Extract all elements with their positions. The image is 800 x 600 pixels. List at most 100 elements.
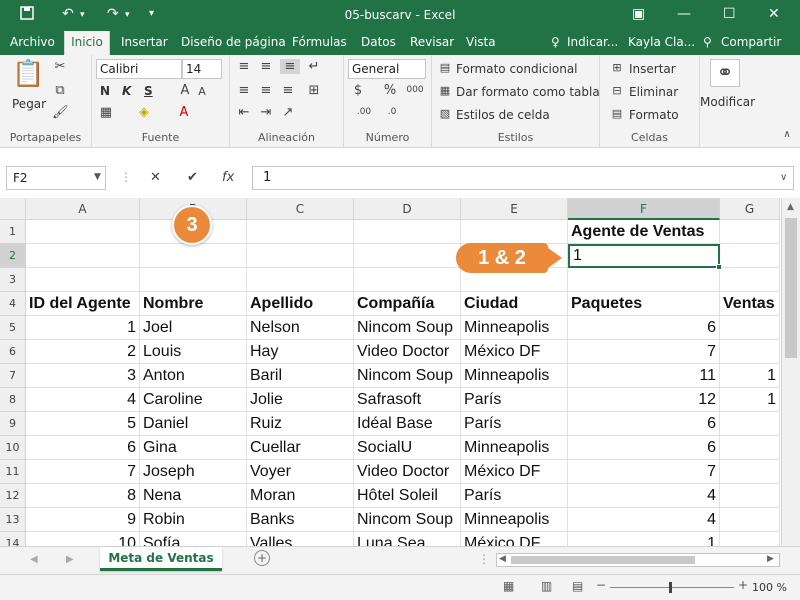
prev-sheet-icon[interactable]: ◀ [30,554,38,565]
grid-cell[interactable] [26,244,140,268]
close-icon[interactable]: ✕ [768,6,780,22]
table-cell[interactable]: 1 [720,364,780,388]
horizontal-scrollbar[interactable]: ◀ ▶ [496,553,780,567]
formula-input[interactable]: 1 [252,166,794,190]
table-cell[interactable]: Joseph [140,460,247,484]
user-name[interactable]: Kayla Cla... [628,31,695,55]
table-cell[interactable]: 6 [568,316,720,340]
tell-me-search[interactable]: Indicar... [567,31,618,55]
table-header-cell[interactable]: Nombre [140,292,247,316]
delete-cells-button[interactable]: Eliminar [629,85,678,99]
zoom-out-icon[interactable]: − [596,578,606,592]
table-cell[interactable]: 6 [568,412,720,436]
binoculars-icon[interactable]: ⚭ [710,59,740,87]
table-cell[interactable]: 3 [26,364,140,388]
table-cell[interactable]: 7 [26,460,140,484]
table-header-cell[interactable]: Compañía [354,292,461,316]
comma-style-icon[interactable]: 000 [406,85,424,95]
row-header[interactable]: 10 [0,436,26,460]
copy-icon[interactable]: ⧉ [52,83,68,98]
expand-formula-bar-icon[interactable]: ∨ [780,172,787,183]
table-cell[interactable]: 8 [26,484,140,508]
fill-handle[interactable] [716,264,722,270]
grid-cell[interactable] [354,268,461,292]
grid-cell[interactable] [140,244,247,268]
grid-cell[interactable] [568,268,720,292]
scroll-thumb[interactable] [511,556,695,564]
grid-cell[interactable] [247,268,354,292]
active-cell-f2[interactable]: 1 [568,244,720,268]
grid-cell[interactable] [247,220,354,244]
table-cell[interactable]: 7 [568,460,720,484]
percent-icon[interactable]: % [382,83,398,98]
grid-cell[interactable] [247,244,354,268]
table-cell[interactable]: Caroline [140,388,247,412]
borders-icon[interactable]: ▦ [98,105,114,120]
table-cell[interactable]: Voyer [247,460,354,484]
grid-cell[interactable] [140,268,247,292]
table-cell[interactable]: Idéal Base [354,412,461,436]
table-cell[interactable]: París [461,484,568,508]
currency-icon[interactable]: $ [350,83,366,98]
zoom-level[interactable]: 100 % [752,581,787,594]
row-header[interactable]: 5 [0,316,26,340]
modify-button[interactable]: Modificar [700,95,755,109]
column-header[interactable]: C [247,198,354,220]
table-cell[interactable]: 1 [568,532,720,546]
row-header[interactable]: 13 [0,508,26,532]
table-header-cell[interactable]: ID del Agente [26,292,140,316]
cell-styles-icon[interactable]: ▧ [438,107,452,120]
table-cell[interactable] [720,412,780,436]
scroll-left-icon[interactable]: ◀ [499,554,506,564]
number-format-select[interactable]: General [348,59,426,79]
table-cell[interactable]: 6 [26,436,140,460]
format-cells-button[interactable]: Formato [629,108,679,122]
row-header[interactable]: 6 [0,340,26,364]
insert-function-icon[interactable]: fx [222,170,234,185]
insert-cells-button[interactable]: Insertar [629,62,676,76]
cell-styles-button[interactable]: Estilos de celda [456,108,550,122]
row-header[interactable]: 2 [0,244,26,268]
table-cell[interactable] [720,484,780,508]
delete-cells-icon[interactable]: ⊟ [610,84,624,97]
row-header[interactable]: 3 [0,268,26,292]
table-cell[interactable]: Robin [140,508,247,532]
add-sheet-icon[interactable]: + [254,550,270,566]
bold-button[interactable]: N [100,84,110,98]
increase-decimal-icon[interactable]: .00 [354,107,374,117]
table-cell[interactable] [720,508,780,532]
table-cell[interactable]: Louis [140,340,247,364]
enter-icon[interactable]: ✔ [187,170,198,185]
table-header-cell[interactable]: Apellido [247,292,354,316]
scroll-right-icon[interactable]: ▶ [767,554,774,564]
font-grow-icon[interactable]: A [178,83,192,98]
table-cell[interactable]: 4 [568,508,720,532]
zoom-slider[interactable] [610,587,734,588]
table-cell[interactable]: Nincom Soup [354,316,461,340]
table-cell[interactable]: Luna Sea [354,532,461,546]
table-cell[interactable]: Minneapolis [461,316,568,340]
table-cell[interactable]: 4 [26,388,140,412]
row-header[interactable]: 11 [0,460,26,484]
align-center-icon[interactable]: ≡ [258,83,274,98]
table-cell[interactable]: Jolie [247,388,354,412]
align-bottom-icon[interactable]: ≡ [280,59,300,74]
column-header[interactable]: F [568,198,720,220]
table-cell[interactable] [720,436,780,460]
format-painter-icon[interactable]: 🖌 [52,105,69,120]
table-cell[interactable]: México DF [461,532,568,546]
table-cell[interactable]: 10 [26,532,140,546]
worksheet-grid[interactable]: ABCDEFG1234567891011121314Agente de Vent… [0,198,781,546]
table-cell[interactable]: México DF [461,340,568,364]
table-cell[interactable]: 6 [568,436,720,460]
table-cell[interactable]: Minneapolis [461,364,568,388]
format-as-table-icon[interactable]: ▦ [438,84,452,97]
tab-file[interactable]: Archivo [10,31,55,55]
table-cell[interactable]: 4 [568,484,720,508]
table-header-cell[interactable]: Paquetes [568,292,720,316]
next-sheet-icon[interactable]: ▶ [66,554,74,565]
format-cells-icon[interactable]: ▤ [610,107,624,120]
font-shrink-icon[interactable]: A [196,85,208,98]
grid-cell[interactable] [720,220,780,244]
tab-home[interactable]: Inicio [64,31,110,55]
